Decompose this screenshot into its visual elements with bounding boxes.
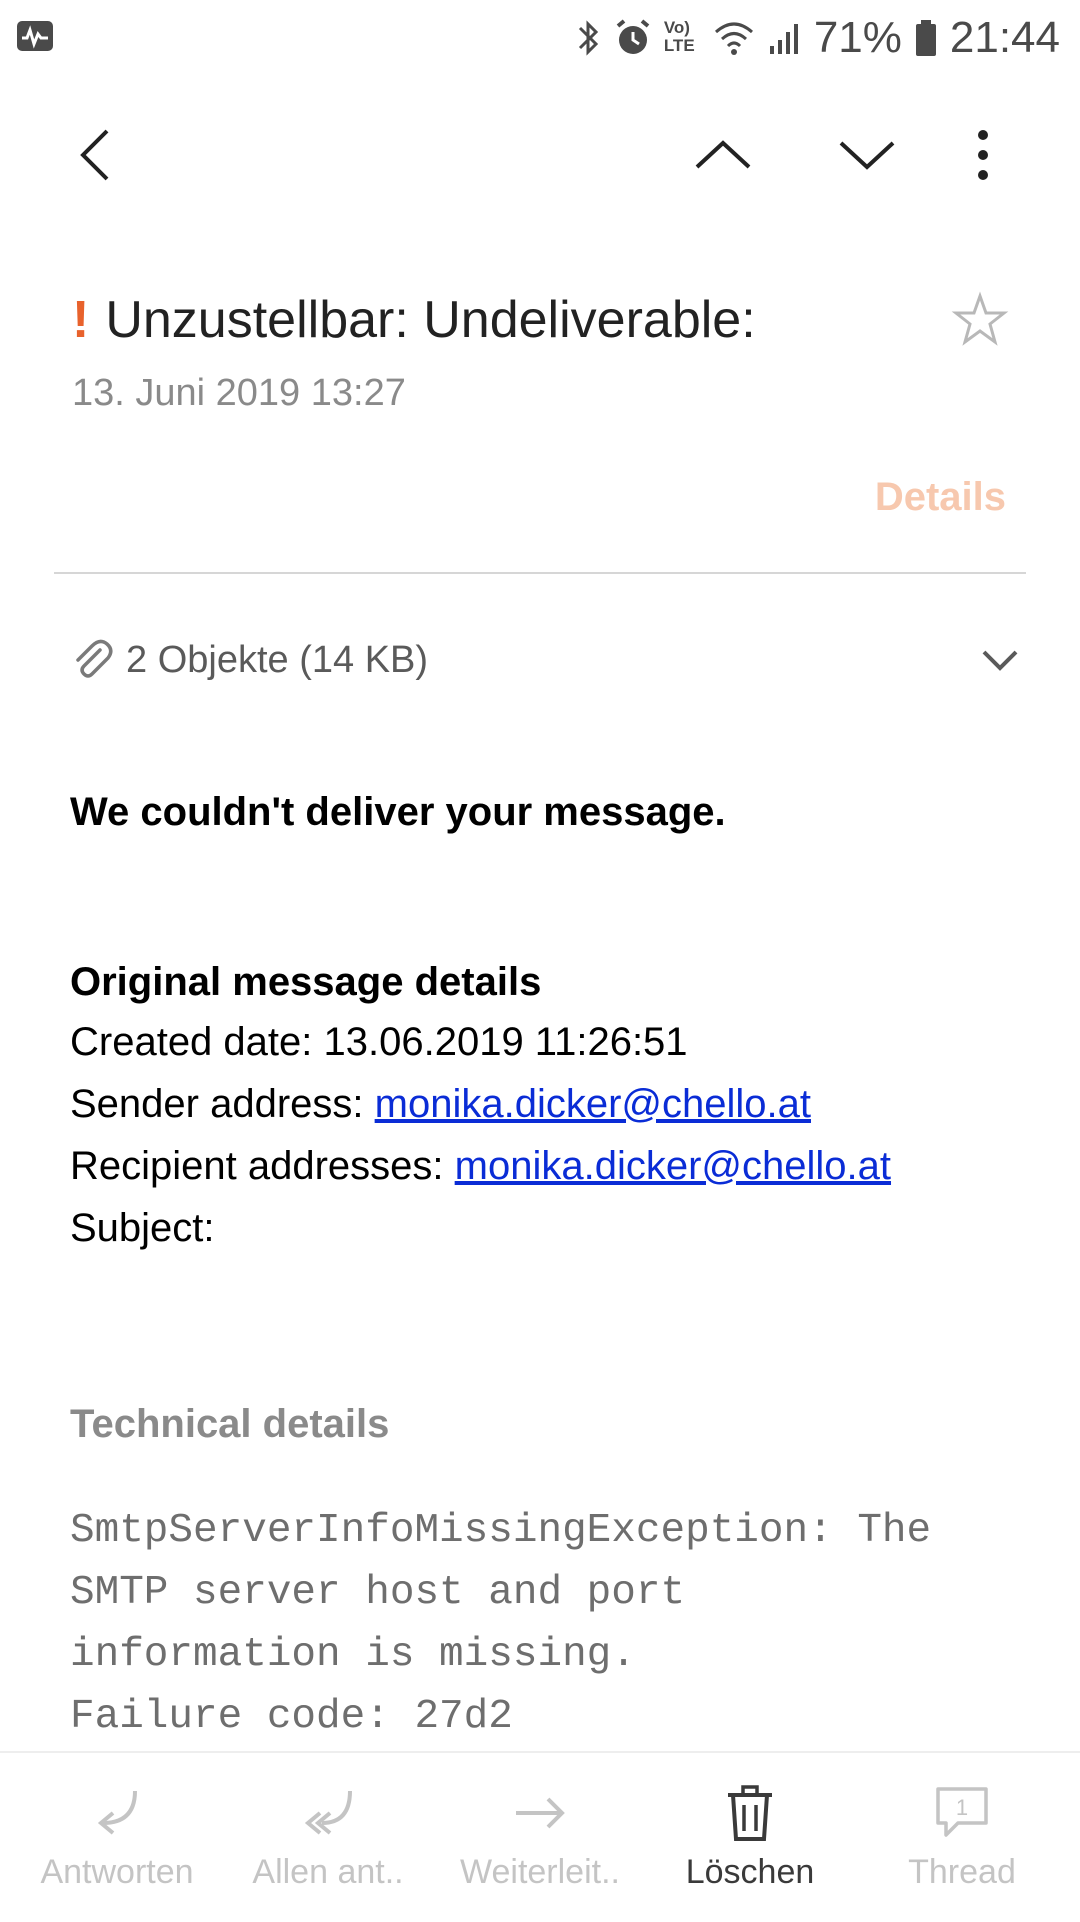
thread-icon: 1 bbox=[936, 1787, 988, 1837]
email-subject: Unzustellbar: Undeliverable: bbox=[105, 291, 756, 349]
email-toolbar bbox=[0, 100, 1080, 210]
status-bar: Vo) LTE 71% 21:44 bbox=[0, 0, 1080, 76]
thread-count: 1 bbox=[956, 1795, 968, 1820]
sender-email-link[interactable]: monika.dicker@chello.at bbox=[375, 1082, 811, 1126]
more-vertical-icon bbox=[978, 130, 988, 180]
volte-icon: Vo) LTE bbox=[663, 18, 695, 55]
priority-icon: ! bbox=[72, 291, 90, 349]
subject-line: Subject: bbox=[70, 1206, 215, 1250]
delete-label: Löschen bbox=[685, 1853, 815, 1891]
reply-all-button[interactable]: Allen ant.. bbox=[220, 1753, 436, 1922]
tech-line: Failure code: 27d2 bbox=[70, 1694, 513, 1740]
paperclip-icon bbox=[76, 639, 113, 678]
sender-label: Sender address: bbox=[70, 1082, 375, 1126]
divider bbox=[54, 572, 1026, 574]
recipient-line: Recipient addresses: monika.dicker@chell… bbox=[70, 1144, 891, 1189]
previous-email-button[interactable] bbox=[678, 100, 768, 210]
chevron-up-icon bbox=[695, 140, 751, 169]
bluetooth-icon bbox=[578, 20, 598, 56]
reply-label: Antworten bbox=[40, 1853, 194, 1891]
reply-all-icon bbox=[304, 1790, 352, 1835]
activity-icon bbox=[17, 21, 53, 51]
star-icon[interactable] bbox=[950, 290, 1010, 350]
forward-label: Weiterleit.. bbox=[460, 1853, 620, 1891]
reply-all-label: Allen ant.. bbox=[252, 1853, 404, 1891]
bottom-action-bar: Antworten Allen ant.. Weiterleit.. Lösch… bbox=[0, 1751, 1080, 1922]
wifi-icon bbox=[714, 22, 753, 55]
tech-line: SMTP server host and port bbox=[70, 1570, 686, 1616]
subject-row: ! Unzustellbar: Undeliverable: bbox=[72, 285, 1022, 355]
reply-button[interactable]: Antworten bbox=[9, 1753, 225, 1922]
created-date-label: Created date: bbox=[70, 1020, 324, 1064]
signal-icon bbox=[769, 24, 798, 54]
trash-icon bbox=[728, 1785, 772, 1841]
body-heading: We couldn't deliver your message. bbox=[70, 790, 726, 834]
alarm-icon bbox=[616, 19, 650, 54]
technical-details-text: SmtpServerInfoMissingException: The SMTP … bbox=[70, 1500, 931, 1748]
back-button[interactable] bbox=[50, 100, 140, 210]
clock: 21:44 bbox=[949, 13, 1060, 62]
details-button[interactable]: Details bbox=[875, 475, 1006, 520]
delete-button[interactable]: Löschen bbox=[642, 1753, 858, 1922]
thread-button[interactable]: 1 Thread bbox=[854, 1753, 1070, 1922]
thread-label: Thread bbox=[908, 1853, 1016, 1891]
created-date-value: 13.06.2019 11:26:51 bbox=[323, 1020, 688, 1064]
recipient-label: Recipient addresses: bbox=[70, 1144, 455, 1188]
tech-line: SmtpServerInfoMissingException: The bbox=[70, 1508, 932, 1554]
battery-percent: 71% bbox=[813, 13, 902, 62]
attachments-row[interactable]: 2 Objekte (14 KB) bbox=[70, 630, 1020, 690]
next-email-button[interactable] bbox=[822, 100, 912, 210]
created-date-line: Created date: 13.06.2019 11:26:51 bbox=[70, 1020, 688, 1065]
more-options-button[interactable] bbox=[938, 100, 1028, 210]
sender-line: Sender address: monika.dicker@chello.at bbox=[70, 1082, 811, 1127]
reply-icon bbox=[97, 1790, 137, 1835]
technical-details-title: Technical details bbox=[70, 1402, 390, 1446]
forward-icon bbox=[516, 1797, 565, 1829]
attachments-summary: 2 Objekte (14 KB) bbox=[126, 638, 429, 681]
chevron-down-icon bbox=[839, 141, 895, 170]
email-date: 13. Juni 2019 13:27 bbox=[72, 372, 406, 414]
expand-attachments-icon[interactable] bbox=[976, 640, 1024, 680]
original-details-title: Original message details bbox=[70, 960, 542, 1004]
battery-icon bbox=[915, 20, 936, 56]
forward-button[interactable]: Weiterleit.. bbox=[432, 1753, 648, 1922]
tech-line: information is missing. bbox=[70, 1632, 636, 1678]
recipient-email-link[interactable]: monika.dicker@chello.at bbox=[455, 1144, 891, 1188]
chevron-left-icon bbox=[80, 129, 109, 181]
